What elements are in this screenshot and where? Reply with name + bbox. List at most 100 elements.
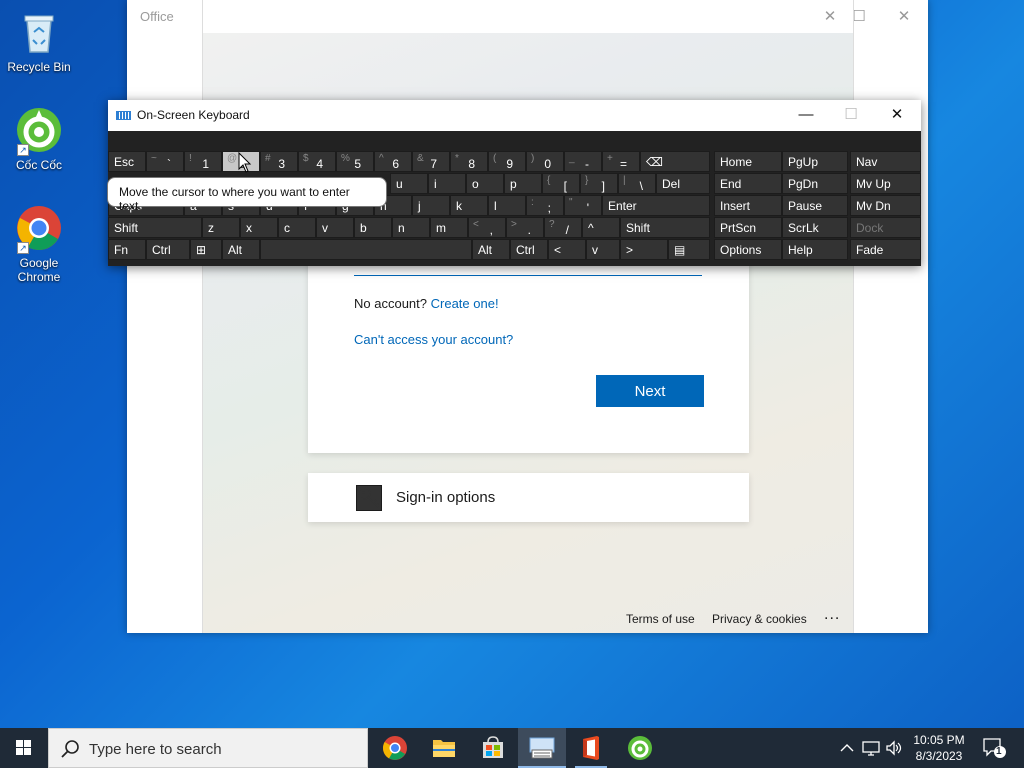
key-row4-4[interactable]: v xyxy=(316,217,354,238)
key-row5-4[interactable] xyxy=(260,239,472,260)
key-row1-2[interactable]: ! 1 xyxy=(184,151,222,172)
email-input-underline[interactable] xyxy=(354,275,702,276)
start-button[interactable] xyxy=(0,728,48,768)
key-row4-5[interactable]: b xyxy=(354,217,392,238)
key-row4-10[interactable]: ? / xyxy=(544,217,582,238)
taskbar-chrome[interactable] xyxy=(371,728,419,768)
key-row5-5[interactable]: Alt xyxy=(472,239,510,260)
network-icon[interactable] xyxy=(862,740,880,756)
volume-icon[interactable] xyxy=(885,740,903,756)
next-button[interactable]: Next xyxy=(596,375,704,407)
nav-key-fade[interactable]: Fade xyxy=(850,239,921,260)
key-row1-14[interactable]: ⌫ xyxy=(640,151,710,172)
signin-card: No account? Create one! Can't access you… xyxy=(308,240,749,453)
coccoc-desktop-icon[interactable]: ↗ Cốc Cốc xyxy=(1,106,77,172)
nav-key-pause[interactable]: Pause xyxy=(782,195,848,216)
key-row4-0[interactable]: Shift xyxy=(108,217,202,238)
key-row2-1[interactable]: i xyxy=(428,173,466,194)
key-row2-7[interactable]: Del xyxy=(656,173,710,194)
nav-key-pgup[interactable]: PgUp xyxy=(782,151,848,172)
key-row2-0[interactable]: u xyxy=(390,173,428,194)
key-row4-6[interactable]: n xyxy=(392,217,430,238)
key-row2-2[interactable]: o xyxy=(466,173,504,194)
key-row4-11[interactable]: ^ xyxy=(582,217,620,238)
taskbar-search-box[interactable]: Type here to search xyxy=(48,728,368,768)
nav-key-scrlk[interactable]: ScrLk xyxy=(782,217,848,238)
key-row4-1[interactable]: z xyxy=(202,217,240,238)
key-row3-7[interactable]: j xyxy=(412,195,450,216)
nav-key-home[interactable]: Home xyxy=(714,151,782,172)
office-close-button[interactable]: ✕ xyxy=(889,6,919,28)
key-row1-12[interactable]: _ - xyxy=(564,151,602,172)
signin-close-button[interactable]: ✕ xyxy=(815,6,845,28)
key-row4-2[interactable]: x xyxy=(240,217,278,238)
nav-key-options[interactable]: Options xyxy=(714,239,782,260)
osk-maximize-button[interactable]: ☐ xyxy=(831,104,871,126)
key-row2-4[interactable]: {[ xyxy=(542,173,580,194)
key-primary-label: ` xyxy=(167,157,171,171)
key-row5-10[interactable]: ▤ xyxy=(668,239,710,260)
key-row2-6[interactable]: | \ xyxy=(618,173,656,194)
osk-close-button[interactable]: ✕ xyxy=(877,104,917,126)
key-row5-3[interactable]: Alt xyxy=(222,239,260,260)
terms-link[interactable]: Terms of use xyxy=(626,612,695,626)
nav-key-insert[interactable]: Insert xyxy=(714,195,782,216)
key-row1-9[interactable]: * 8 xyxy=(450,151,488,172)
key-row1-7[interactable]: ^ 6 xyxy=(374,151,412,172)
cant-access-link[interactable]: Can't access your account? xyxy=(354,332,513,347)
taskbar-store[interactable] xyxy=(469,728,517,768)
taskbar-clock[interactable]: 10:05 PM 8/3/2023 xyxy=(906,732,972,764)
key-row4-3[interactable]: c xyxy=(278,217,316,238)
create-account-link[interactable]: Create one! xyxy=(431,296,499,311)
key-row5-1[interactable]: Ctrl xyxy=(146,239,190,260)
osk-minimize-button[interactable]: — xyxy=(786,104,826,126)
key-row3-8[interactable]: k xyxy=(450,195,488,216)
key-row5-9[interactable]: > xyxy=(620,239,668,260)
nav-key-end[interactable]: End xyxy=(714,173,782,194)
key-row5-8[interactable]: v xyxy=(586,239,620,260)
key-row5-7[interactable]: < xyxy=(548,239,586,260)
key-row2-3[interactable]: p xyxy=(504,173,542,194)
key-row3-12[interactable]: Enter xyxy=(602,195,710,216)
chrome-desktop-icon[interactable]: ↗ Google Chrome xyxy=(1,204,77,284)
key-row1-4[interactable]: #3 xyxy=(260,151,298,172)
taskbar-coccoc[interactable] xyxy=(616,728,664,768)
key-row1-5[interactable]: $4 xyxy=(298,151,336,172)
nav-key-dock[interactable]: Dock xyxy=(850,217,921,238)
key-row3-10[interactable]: :; xyxy=(526,195,564,216)
more-options-button[interactable]: ... xyxy=(824,606,840,624)
key-row2-5[interactable]: }] xyxy=(580,173,618,194)
notification-center-button[interactable]: 1 xyxy=(980,736,1008,760)
key-label: Esc xyxy=(114,155,135,169)
taskbar-office[interactable] xyxy=(567,728,615,768)
key-row1-11[interactable]: ) 0 xyxy=(526,151,564,172)
taskbar-on-screen-keyboard[interactable] xyxy=(518,728,566,768)
key-row4-9[interactable]: >. xyxy=(506,217,544,238)
key-row5-2[interactable]: ⊞ xyxy=(190,239,222,260)
nav-key-nav[interactable]: Nav xyxy=(850,151,921,172)
key-row4-7[interactable]: m xyxy=(430,217,468,238)
key-row1-10[interactable]: (9 xyxy=(488,151,526,172)
key-row1-0[interactable]: Esc xyxy=(108,151,146,172)
key-row1-1[interactable]: ~ ` xyxy=(146,151,184,172)
nav-key-mv-dn[interactable]: Mv Dn xyxy=(850,195,921,216)
key-row5-6[interactable]: Ctrl xyxy=(510,239,548,260)
signin-options-button[interactable]: Sign-in options xyxy=(308,473,749,522)
nav-key-help[interactable]: Help xyxy=(782,239,848,260)
key-row4-12[interactable]: Shift xyxy=(620,217,710,238)
nav-key-mv-up[interactable]: Mv Up xyxy=(850,173,921,194)
chevron-up-icon[interactable] xyxy=(839,740,855,756)
key-shift-label: ~ xyxy=(151,153,157,164)
key-row3-9[interactable]: l xyxy=(488,195,526,216)
key-row1-6[interactable]: % 5 xyxy=(336,151,374,172)
nav-key-prtscn[interactable]: PrtScn xyxy=(714,217,782,238)
privacy-link[interactable]: Privacy & cookies xyxy=(712,612,807,626)
nav-key-pgdn[interactable]: PgDn xyxy=(782,173,848,194)
taskbar-file-explorer[interactable] xyxy=(420,728,468,768)
key-row5-0[interactable]: Fn xyxy=(108,239,146,260)
key-row1-8[interactable]: & 7 xyxy=(412,151,450,172)
recycle-bin-icon[interactable]: Recycle Bin xyxy=(1,8,77,74)
key-row4-8[interactable]: <, xyxy=(468,217,506,238)
key-row3-11[interactable]: " ' xyxy=(564,195,602,216)
key-row1-13[interactable]: + = xyxy=(602,151,640,172)
